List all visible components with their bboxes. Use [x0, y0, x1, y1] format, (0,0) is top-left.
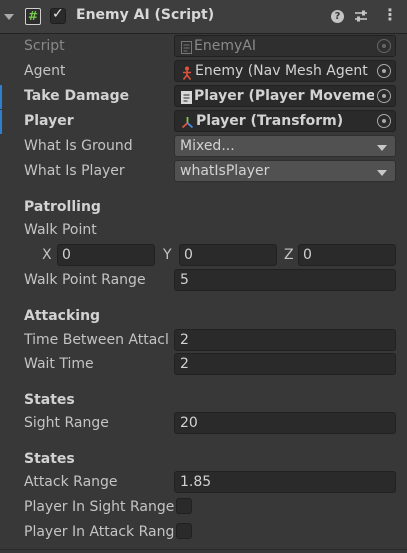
y-axis-label[interactable]: Y — [163, 247, 172, 263]
script-file-icon — [181, 41, 192, 56]
sight-range-row: Sight Range 20 — [0, 412, 407, 436]
walk-point-x-input[interactable]: 0 — [57, 244, 155, 266]
walk-point-range-label: Walk Point Range — [24, 272, 146, 288]
take-damage-row: Take Damage Player (Player Movemer — [0, 85, 407, 109]
walk-point-row: Walk Point — [0, 219, 407, 243]
what-is-player-value: whatIsPlayer — [180, 163, 270, 179]
walk-point-range-input[interactable]: 5 — [174, 269, 396, 291]
transform-icon — [181, 116, 194, 131]
script-icon: # — [25, 8, 41, 25]
take-damage-field[interactable]: Player (Player Movemer — [174, 85, 396, 107]
agent-value: Enemy (Nav Mesh Agent — [195, 63, 368, 79]
bottom-divider — [0, 549, 407, 550]
player-row: Player Player (Transform) — [0, 110, 407, 134]
take-damage-label: Take Damage — [24, 88, 130, 104]
object-picker-icon[interactable] — [377, 114, 391, 128]
player-field[interactable]: Player (Transform) — [174, 110, 396, 132]
player-in-attack-range-row: Player In Attack Rang — [0, 521, 407, 545]
player-in-sight-range-label: Player In Sight Range — [24, 499, 175, 515]
states-header: States — [24, 392, 75, 408]
walk-point-range-row: Walk Point Range 5 — [0, 269, 407, 293]
script-label: Script — [24, 38, 65, 54]
nav-mesh-agent-icon — [181, 66, 193, 81]
time-between-attacks-label: Time Between Attacl — [24, 332, 169, 348]
player-value: Player (Transform) — [196, 113, 344, 129]
wait-time-label: Wait Time — [24, 356, 94, 372]
more-icon[interactable]: ⋮ — [382, 5, 398, 24]
component-title: Enemy AI (Script) — [76, 7, 215, 23]
time-between-attacks-row: Time Between Attacl 2 — [0, 329, 407, 353]
modified-marker — [0, 110, 2, 134]
what-is-ground-label: What Is Ground — [24, 138, 133, 154]
chevron-down-icon — [377, 170, 387, 176]
attack-range-label: Attack Range — [24, 474, 118, 490]
attack-range-input[interactable]: 1.85 — [174, 471, 396, 493]
help-icon[interactable]: ? — [331, 10, 344, 23]
walk-point-vector: X 0 Y 0 Z 0 — [0, 244, 407, 268]
preset-sliders-icon[interactable] — [354, 9, 368, 23]
what-is-player-dropdown[interactable]: whatIsPlayer — [174, 160, 396, 182]
what-is-ground-dropdown[interactable]: Mixed... — [174, 135, 396, 157]
script-field: EnemyAI — [174, 35, 396, 57]
player-in-sight-range-checkbox[interactable] — [176, 498, 192, 514]
enabled-checkbox[interactable]: ✓ — [50, 6, 66, 24]
walk-point-label: Walk Point — [24, 222, 97, 238]
agent-field[interactable]: Enemy (Nav Mesh Agent — [174, 60, 396, 82]
object-picker-icon — [377, 39, 391, 53]
object-picker-icon[interactable] — [377, 64, 391, 78]
what-is-player-label: What Is Player — [24, 163, 125, 179]
walk-point-z-input[interactable]: 0 — [298, 244, 396, 266]
script-value: EnemyAI — [194, 38, 256, 54]
player-label: Player — [24, 113, 74, 129]
component-header: # ✓ Enemy AI (Script) ? ⋮ — [0, 0, 407, 34]
collapse-arrow-icon[interactable] — [4, 14, 14, 20]
player-in-sight-range-row: Player In Sight Range — [0, 496, 407, 520]
states-header-2: States — [24, 451, 75, 467]
wait-time-input[interactable]: 2 — [174, 353, 396, 375]
time-between-attacks-input[interactable]: 2 — [174, 329, 396, 351]
attack-range-row: Attack Range 1.85 — [0, 471, 407, 495]
sight-range-label: Sight Range — [24, 415, 109, 431]
script-file-icon — [181, 91, 192, 106]
player-in-attack-range-checkbox[interactable] — [176, 523, 192, 539]
object-picker-icon[interactable] — [377, 89, 391, 103]
sight-range-input[interactable]: 20 — [174, 412, 396, 434]
walk-point-y-input[interactable]: 0 — [179, 244, 277, 266]
x-axis-label[interactable]: X — [42, 247, 52, 263]
player-in-attack-range-label: Player In Attack Rang — [24, 524, 175, 540]
take-damage-value: Player (Player Movemer — [194, 88, 374, 104]
attacking-header: Attacking — [24, 308, 101, 324]
modified-marker — [0, 85, 2, 109]
wait-time-row: Wait Time 2 — [0, 353, 407, 377]
patrolling-header: Patrolling — [24, 199, 101, 215]
what-is-ground-row: What Is Ground Mixed... — [0, 135, 407, 159]
what-is-ground-value: Mixed... — [180, 138, 235, 154]
chevron-down-icon — [377, 145, 387, 151]
checkbox-check-icon: ✓ — [52, 6, 64, 22]
agent-label: Agent — [24, 63, 66, 79]
z-axis-label[interactable]: Z — [284, 247, 294, 263]
what-is-player-row: What Is Player whatIsPlayer — [0, 160, 407, 184]
agent-row: Agent Enemy (Nav Mesh Agent — [0, 60, 407, 84]
script-row: Script EnemyAI — [0, 35, 407, 59]
